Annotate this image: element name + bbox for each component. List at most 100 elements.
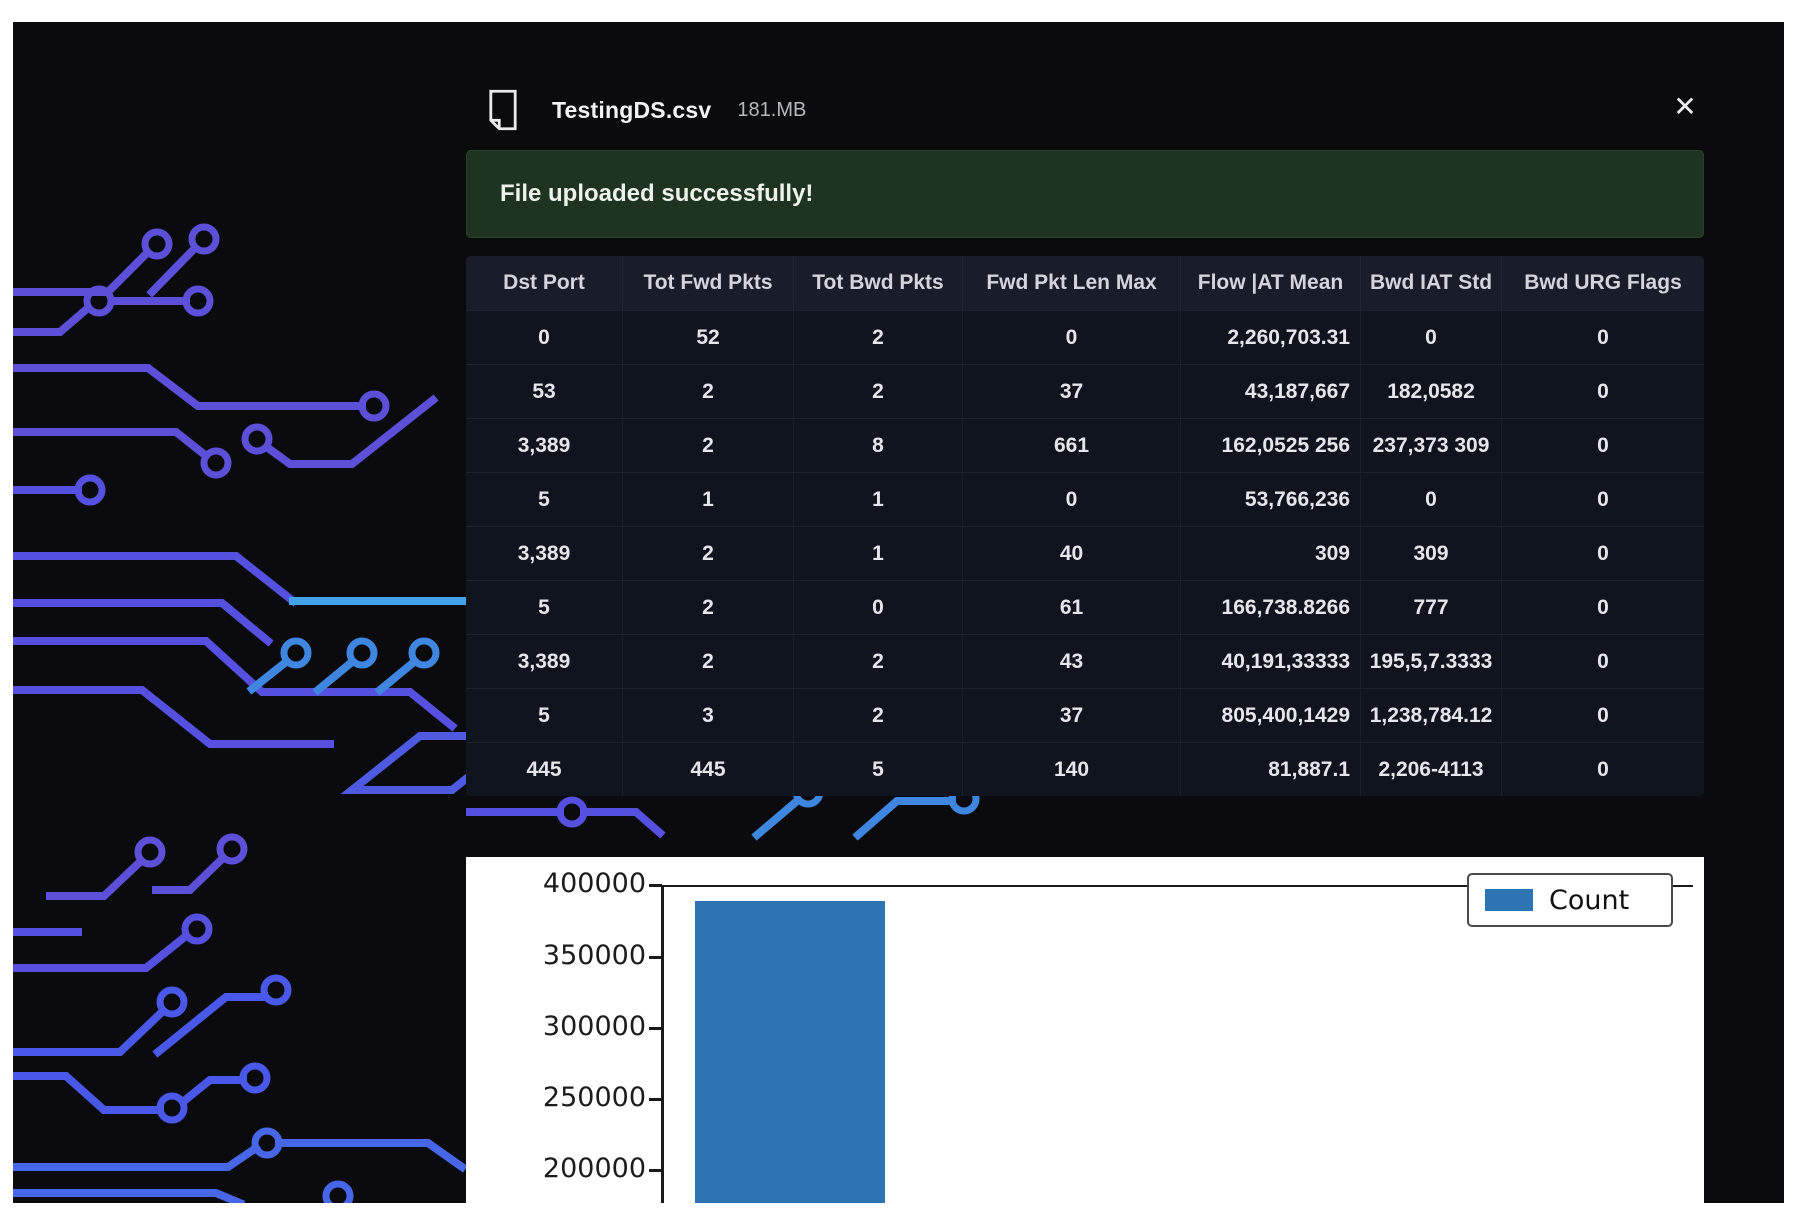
table-cell: 40 [963,527,1181,580]
y-tick-label: 400000 [486,870,646,897]
table-cell: 5 [794,743,963,796]
y-tick-label: 200000 [486,1155,646,1182]
table-cell: 40,191,33333 [1181,635,1361,688]
table-cell: 2,260,703.31 [1181,311,1361,364]
table-cell: 5 [466,473,623,526]
table-row: 3,38921403093090 [466,526,1704,580]
table-cell: 661 [963,419,1181,472]
table-cell: 2 [623,635,794,688]
table-cell: 2 [794,635,963,688]
table-row: 511053,766,23600 [466,472,1704,526]
file-icon [488,89,518,131]
table-cell: 0 [1502,419,1704,472]
table-cell: 53 [466,365,623,418]
table-cell: 2 [794,311,963,364]
table-column-header: Dst Port [466,256,623,310]
file-upload-header: TestingDS.csv 181.MB [466,70,1704,150]
table-cell: 3 [623,689,794,742]
table-column-header: Tot Bwd Pkts [794,256,963,310]
table-cell: 237,373 309 [1361,419,1502,472]
file-size: 181.MB [737,99,806,122]
table-cell: 1 [623,473,794,526]
y-tick-label: 350000 [486,942,646,969]
upload-success-banner: File uploaded successfully! [466,150,1704,238]
table-column-header: Bwd URG Flags [1502,256,1704,310]
app-background: TestingDS.csv 181.MB ✕ File uploaded suc… [13,22,1784,1203]
table-cell: 3,389 [466,419,623,472]
table-cell: 53,766,236 [1181,473,1361,526]
table-cell: 37 [963,689,1181,742]
table-cell: 445 [623,743,794,796]
table-cell: 0 [1361,473,1502,526]
table-cell: 805,400,1429 [1181,689,1361,742]
y-tick [649,1169,662,1172]
y-tick-label: 300000 [486,1013,646,1040]
table-cell: 2 [623,365,794,418]
table-cell: 3,389 [466,635,623,688]
table-cell: 162,0525 256 [1181,419,1361,472]
table-cell: 3,389 [466,527,623,580]
table-cell: 2 [794,365,963,418]
close-button[interactable]: ✕ [1659,80,1711,132]
table-column-header: Flow |AT Mean [1181,256,1361,310]
y-tick [649,1027,662,1030]
table-cell: 0 [1502,473,1704,526]
table-cell: 2 [794,689,963,742]
table-cell: 309 [1361,527,1502,580]
table-cell: 2 [623,419,794,472]
table-cell: 0 [1361,311,1502,364]
file-name: TestingDS.csv [552,97,711,124]
table-cell: 0 [1502,365,1704,418]
table-cell: 0 [794,581,963,634]
table-cell: 0 [1502,311,1704,364]
table-cell: 445 [466,743,623,796]
table-cell: 37 [963,365,1181,418]
table-cell: 2,206-4113 [1361,743,1502,796]
table-cell: 140 [963,743,1181,796]
table-cell: 0 [1502,635,1704,688]
table-cell: 0 [963,311,1181,364]
table-column-header: Fwd Pkt Len Max [963,256,1181,310]
table-row: 53237805,400,14291,238,784.120 [466,688,1704,742]
table-cell: 166,738.8266 [1181,581,1361,634]
table-cell: 5 [466,581,623,634]
y-tick-label: 250000 [486,1084,646,1111]
table-cell: 0 [1502,581,1704,634]
table-header-row: Dst PortTot Fwd PktsTot Bwd PktsFwd Pkt … [466,256,1704,310]
table-row: 3,38928661162,0525 256237,373 3090 [466,418,1704,472]
table-cell: 182,0582 [1361,365,1502,418]
table-cell: 1 [794,473,963,526]
data-preview-table: Dst PortTot Fwd PktsTot Bwd PktsFwd Pkt … [466,256,1704,796]
table-row: 052202,260,703.3100 [466,310,1704,364]
upload-success-message: File uploaded successfully! [500,180,813,208]
table-cell: 777 [1361,581,1502,634]
chart-y-axis [661,885,664,1203]
table-row: 445445514081,887.12,206-41130 [466,742,1704,796]
table-row: 3,389224340,191,33333195,5,7.33330 [466,634,1704,688]
y-tick [649,956,662,959]
table-column-header: Tot Fwd Pkts [623,256,794,310]
table-body: 052202,260,703.310053223743,187,667182,0… [466,310,1704,796]
table-cell: 0 [963,473,1181,526]
table-column-header: Bwd IAT Std [1361,256,1502,310]
y-tick [649,1098,662,1101]
table-cell: 52 [623,311,794,364]
table-cell: 5 [466,689,623,742]
table-cell: 8 [794,419,963,472]
table-cell: 2 [623,581,794,634]
table-cell: 61 [963,581,1181,634]
chart-legend: Count [1467,873,1673,927]
table-cell: 2 [623,527,794,580]
table-cell: 0 [1502,527,1704,580]
table-cell: 1 [794,527,963,580]
table-cell: 43 [963,635,1181,688]
table-cell: 195,5,7.3333 [1361,635,1502,688]
table-cell: 1,238,784.12 [1361,689,1502,742]
count-bar [695,901,885,1203]
table-row: 53223743,187,667182,05820 [466,364,1704,418]
table-cell: 309 [1181,527,1361,580]
table-cell: 0 [466,311,623,364]
count-bar-chart: 400000 350000 300000 250000 200000 Count [466,857,1704,1203]
table-cell: 0 [1502,743,1704,796]
table-row: 52061166,738.82667770 [466,580,1704,634]
